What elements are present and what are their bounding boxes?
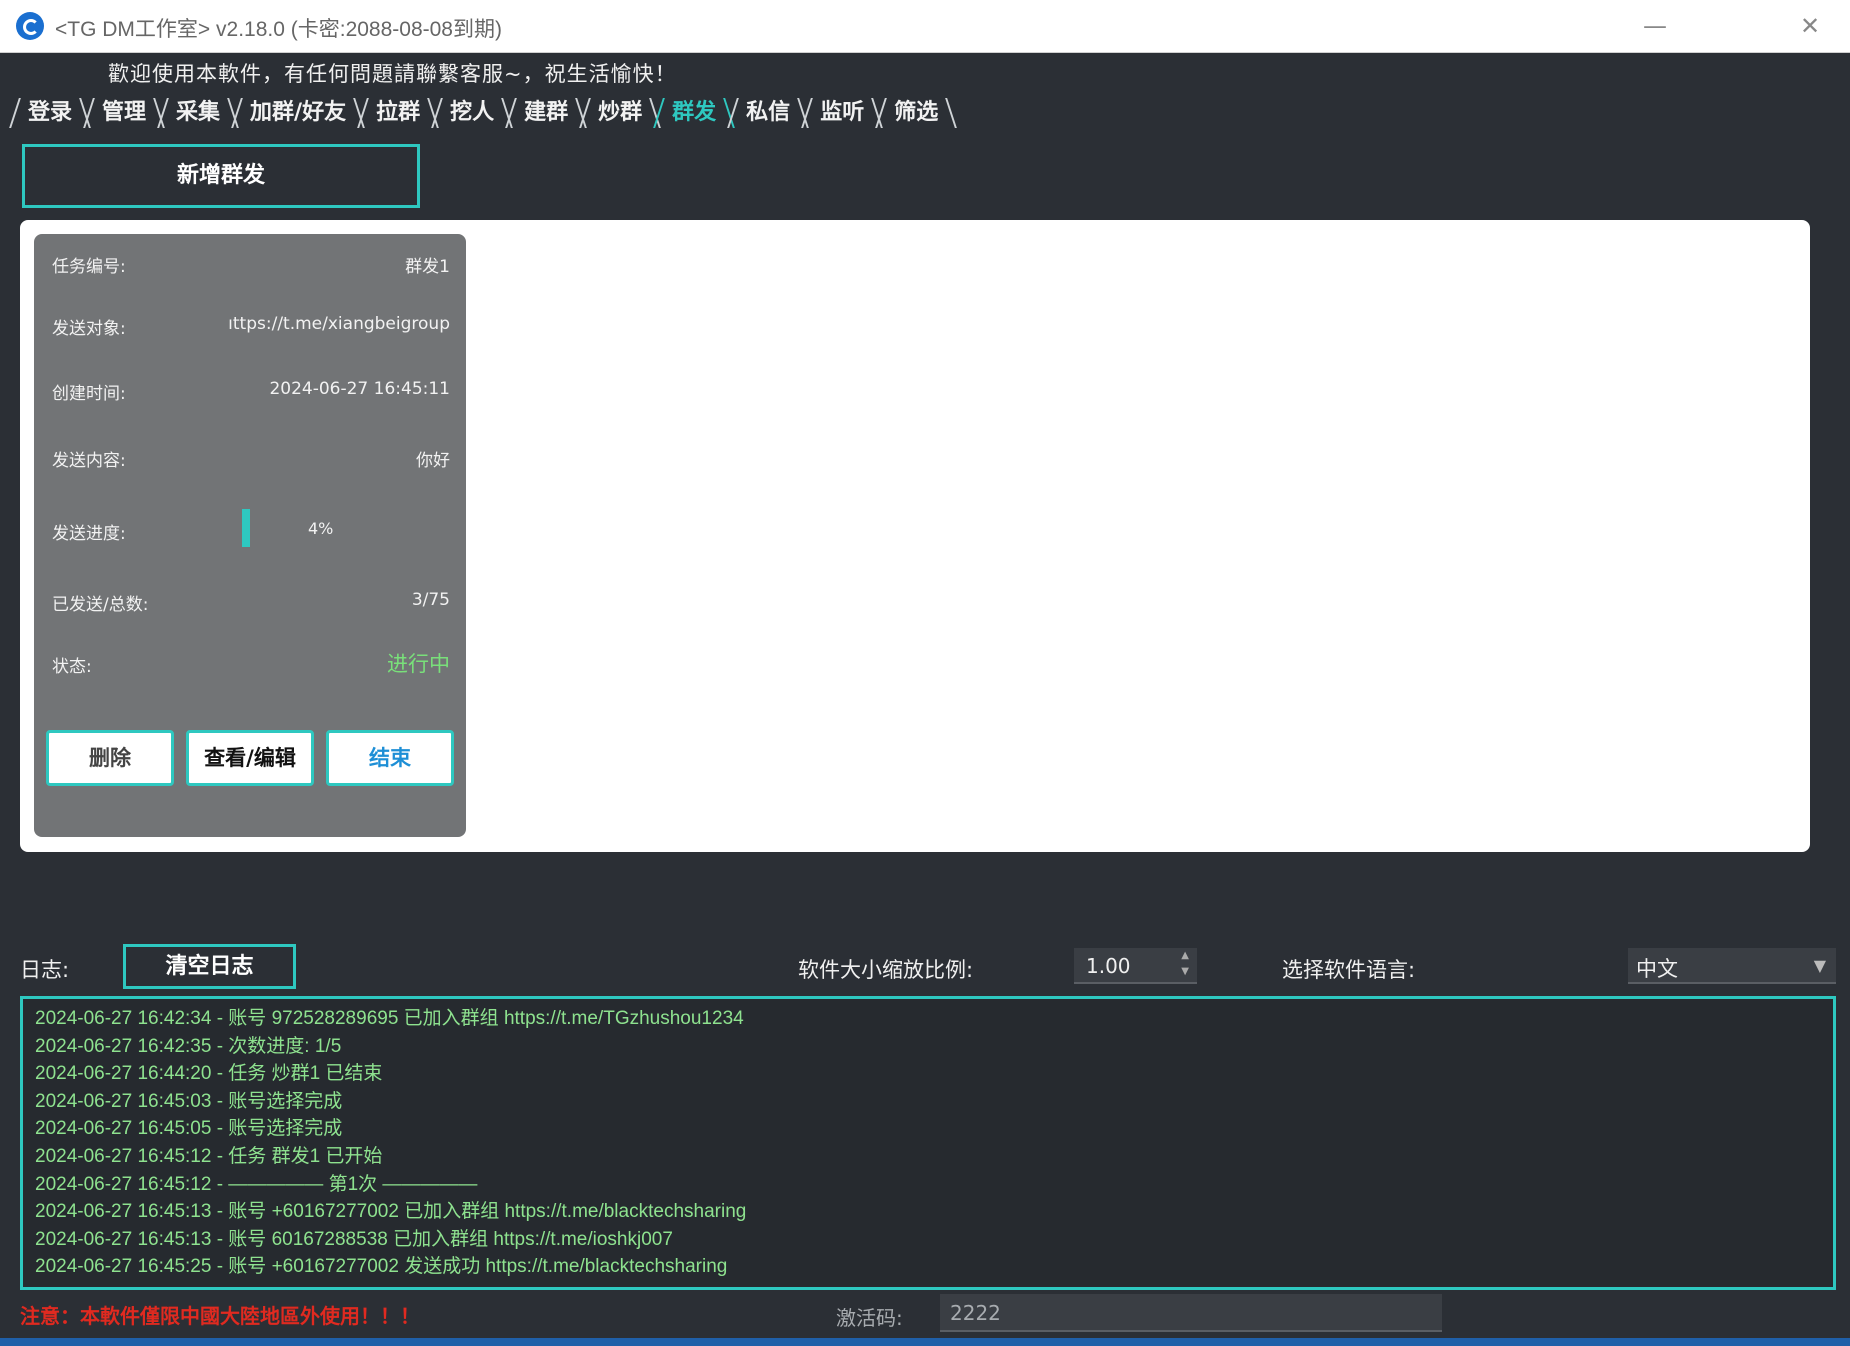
sent-total-value: 3/75: [411, 590, 450, 610]
welcome-message: 歡迎使用本軟件，有任何問題請聯繫客服~，祝生活愉快！: [108, 62, 677, 86]
tab-broadcast[interactable]: 群发: [654, 96, 734, 130]
content-value: 你好: [416, 451, 450, 471]
title-bar: <TG DM工作室> v2.18.0 (卡密:2088-08-08到期) — ✕: [0, 0, 1850, 53]
status-value: 进行中: [387, 652, 450, 676]
tab-bar: 登录 管理 采集 加群/好友 拉群 挖人 建群 炒群 群发 私信 监听 筛选: [10, 96, 950, 130]
progress-fill: [242, 509, 250, 547]
scale-spinbox[interactable]: 1.00 ▲ ▼: [1074, 948, 1197, 984]
status-row: 状态: 进行中: [52, 648, 450, 678]
log-line: 2024-06-27 16:45:25 - 账号 +60167277002 发送…: [35, 1256, 728, 1278]
window-bottom-border: [0, 1338, 1850, 1346]
tab-pull-group[interactable]: 拉群: [358, 96, 438, 130]
usage-warning: 注意：本軟件僅限中國大陸地區外使用！！！: [20, 1304, 420, 1328]
tab-manage[interactable]: 管理: [84, 96, 164, 130]
progress-text: 4%: [308, 519, 334, 538]
language-label: 选择软件语言:: [1282, 958, 1416, 982]
progress-row: 发送进度: 4%: [52, 509, 450, 549]
delete-button[interactable]: 删除: [46, 730, 174, 786]
content-label: 发送内容:: [52, 451, 126, 471]
log-line: 2024-06-27 16:42:34 - 账号 972528289695 已加…: [35, 1008, 744, 1029]
log-line: 2024-06-27 16:45:13 - 账号 60167288538 已加入…: [35, 1228, 673, 1250]
close-button[interactable]: ✕: [1790, 10, 1830, 44]
tab-join-group-friend[interactable]: 加群/好友: [232, 96, 364, 130]
activation-code-value: 2222: [950, 1301, 1001, 1325]
created-row: 创建时间: 2024-06-27 16:45:11: [52, 375, 450, 405]
status-label: 状态:: [52, 657, 92, 677]
created-value: 2024-06-27 16:45:11: [269, 379, 450, 399]
tab-private-message[interactable]: 私信: [728, 96, 808, 130]
activation-code-field[interactable]: 2222: [940, 1294, 1442, 1332]
task-id-value: 群发1: [405, 257, 450, 277]
scale-label: 软件大小缩放比例:: [798, 958, 974, 982]
language-value: 中文: [1636, 957, 1678, 981]
log-label: 日志:: [20, 958, 70, 982]
target-row: 发送对象: ıttps://t.me/xiangbeigroup: [52, 310, 450, 340]
dropdown-arrow-icon: ▼: [1813, 956, 1826, 975]
log-line: 2024-06-27 16:45:13 - 账号 +60167277002 已加…: [35, 1201, 747, 1223]
tab-dig-members[interactable]: 挖人: [432, 96, 512, 130]
log-line: 2024-06-27 16:45:12 - ————— 第1次 —————: [35, 1173, 478, 1195]
tab-monitor[interactable]: 监听: [802, 96, 882, 130]
view-edit-button[interactable]: 查看/编辑: [186, 730, 314, 786]
task-card: 任务编号: 群发1 发送对象: ıttps://t.me/xiangbeigro…: [34, 234, 466, 837]
language-select[interactable]: 中文 ▼: [1628, 948, 1836, 984]
new-broadcast-button[interactable]: 新增群发: [22, 144, 420, 208]
end-button[interactable]: 结束: [326, 730, 454, 786]
log-line: 2024-06-27 16:45:03 - 账号选择完成: [35, 1090, 343, 1112]
tab-create-group[interactable]: 建群: [506, 96, 586, 130]
tab-filter[interactable]: 筛选: [876, 96, 956, 130]
sent-total-row: 已发送/总数: 3/75: [52, 586, 450, 616]
target-label: 发送对象:: [52, 319, 126, 339]
scale-value: 1.00: [1086, 954, 1131, 978]
tab-login[interactable]: 登录: [10, 96, 90, 130]
log-line: 2024-06-27 16:42:35 - 次数进度: 1/5: [35, 1035, 342, 1057]
sent-total-label: 已发送/总数:: [52, 595, 149, 615]
tab-warm-group[interactable]: 炒群: [580, 96, 660, 130]
target-value: ıttps://t.me/xiangbeigroup: [228, 314, 450, 334]
activation-label: 激活码:: [836, 1306, 903, 1330]
app-logo-icon: [16, 12, 44, 40]
progress-label: 发送进度:: [52, 524, 126, 544]
minimize-button[interactable]: —: [1635, 10, 1675, 44]
created-label: 创建时间:: [52, 384, 126, 404]
clear-log-button[interactable]: 清空日志: [123, 944, 296, 989]
log-line: 2024-06-27 16:45:12 - 任务 群发1 已开始: [35, 1145, 383, 1167]
tab-collect[interactable]: 采集: [158, 96, 238, 130]
window-title: <TG DM工作室> v2.18.0 (卡密:2088-08-08到期): [55, 18, 502, 41]
task-id-label: 任务编号:: [52, 257, 126, 277]
log-output[interactable]: 2024-06-27 16:42:34 - 账号 972528289695 已加…: [20, 996, 1836, 1290]
log-line: 2024-06-27 16:44:20 - 任务 炒群1 已结束: [35, 1063, 383, 1085]
spin-arrows-icon[interactable]: ▲ ▼: [1181, 948, 1189, 980]
task-id-row: 任务编号: 群发1: [52, 248, 450, 278]
log-line: 2024-06-27 16:45:05 - 账号选择完成: [35, 1118, 343, 1140]
content-row: 发送内容: 你好: [52, 442, 450, 472]
